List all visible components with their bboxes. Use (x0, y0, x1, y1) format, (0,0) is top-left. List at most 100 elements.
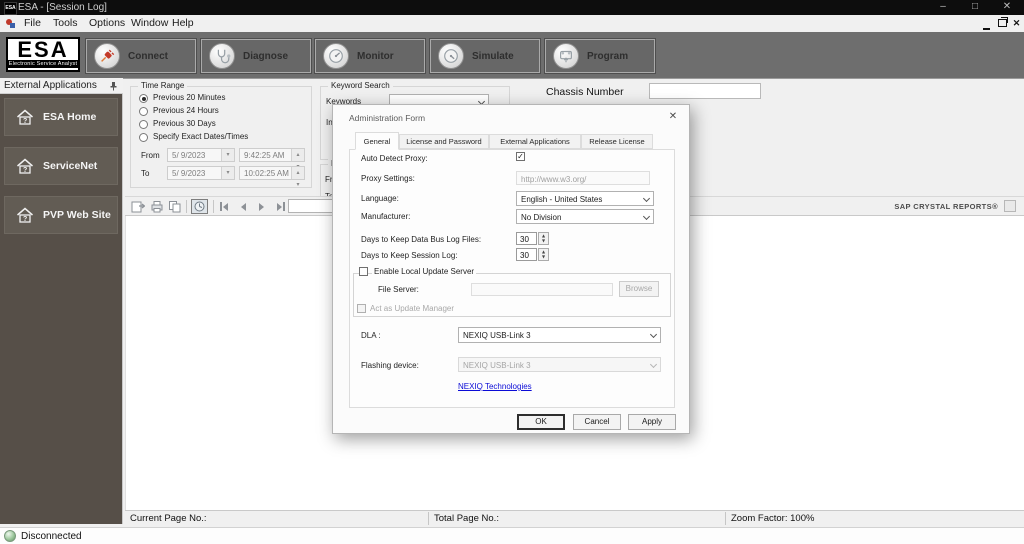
days-session-spinner[interactable]: 30 ▲▼ (516, 248, 550, 261)
previous-page-button[interactable] (241, 203, 246, 211)
time-spinner-arrows[interactable]: ▴▾ (291, 149, 304, 161)
language-combobox[interactable]: English - United States (516, 191, 654, 206)
dialog-close-icon[interactable]: ✕ (666, 111, 680, 122)
radio-label[interactable]: Specify Exact Dates/Times (153, 132, 248, 141)
export-icon[interactable] (131, 200, 145, 213)
program-button[interactable]: Program (545, 39, 655, 73)
menu-help[interactable]: Help (172, 17, 194, 29)
last-page-icon[interactable] (283, 202, 285, 211)
mdi-restore-button[interactable] (996, 16, 1009, 30)
pin-icon[interactable] (109, 81, 118, 91)
time-spinner-arrows[interactable]: ▴▾ (291, 167, 304, 179)
radio-previous-24-hours[interactable] (139, 107, 148, 116)
next-page-button[interactable] (259, 203, 264, 211)
group-tree-toggle-button[interactable] (191, 199, 208, 214)
window-close-button[interactable]: ✕ (994, 0, 1020, 15)
tab-release-license[interactable]: Release License (581, 134, 653, 149)
diagnose-label: Diagnose (243, 51, 288, 62)
report-status-bar: Current Page No.: Total Page No.: Zoom F… (125, 510, 1024, 525)
tab-external-applications[interactable]: External Applications (489, 134, 581, 149)
last-page-button[interactable] (277, 203, 282, 211)
auto-detect-proxy-checkbox[interactable]: ✓ (516, 152, 525, 161)
apply-button[interactable]: Apply (628, 414, 676, 430)
monitor-icon (323, 43, 349, 69)
dla-label: DLA : (361, 331, 381, 340)
menu-window[interactable]: Window (131, 17, 168, 29)
proxy-settings-value: http://www.w3.org/ (521, 175, 586, 184)
radio-previous-20-minutes[interactable] (139, 94, 148, 103)
application-status-bar: Disconnected (0, 527, 1024, 544)
copy-icon[interactable] (168, 200, 182, 213)
dialog-title: Administration Form (349, 113, 425, 123)
manufacturer-combobox[interactable]: No Division (516, 209, 654, 224)
total-page-label: Total Page No.: (434, 513, 499, 524)
simulate-label: Simulate (472, 51, 514, 62)
radio-label[interactable]: Previous 30 Days (153, 119, 216, 128)
menu-bar: File Tools Options Window Help ✕ (0, 15, 1024, 33)
monitor-button[interactable]: Monitor (315, 39, 425, 73)
days-databus-value[interactable]: 30 (516, 232, 537, 245)
print-icon[interactable] (150, 200, 164, 213)
esa-logo-subtext: Electronic Service Analyst (8, 60, 78, 68)
spinner-arrows-icon[interactable]: ▲▼ (538, 232, 549, 245)
window-minimize-button[interactable]: – (930, 0, 956, 15)
home-icon: ? (15, 108, 35, 126)
sidebar-item-pvp-web-site[interactable]: ? PVP Web Site (4, 196, 118, 234)
mdi-close-button[interactable]: ✕ (1010, 16, 1023, 30)
sidebar-item-esa-home[interactable]: ? ESA Home (4, 98, 118, 136)
home-icon: ? (15, 206, 35, 224)
sidebar-item-label: PVP Web Site (43, 209, 111, 221)
enable-local-update-label[interactable]: Enable Local Update Server (372, 267, 476, 276)
simulate-button[interactable]: Simulate (430, 39, 540, 73)
dla-combobox[interactable]: NEXIQ USB-Link 3 (458, 327, 661, 343)
session-log-icon (5, 18, 16, 29)
from-time-spinner[interactable]: 9:42:25 AM ▴▾ (239, 148, 305, 162)
cancel-button[interactable]: Cancel (573, 414, 621, 430)
simulate-icon (438, 43, 464, 69)
menu-file[interactable]: File (24, 17, 41, 29)
spinner-arrows-icon[interactable]: ▲▼ (538, 248, 549, 261)
first-page-button[interactable] (220, 202, 222, 211)
chassis-number-input[interactable] (649, 83, 761, 99)
ok-button[interactable]: OK (517, 414, 565, 430)
days-databus-spinner[interactable]: 30 ▲▼ (516, 232, 550, 245)
enable-local-update-checkbox[interactable] (359, 267, 368, 276)
chevron-down-icon (650, 361, 657, 368)
manufacturer-label: Manufacturer: (361, 212, 410, 221)
monitor-label: Monitor (357, 51, 394, 62)
diagnose-button[interactable]: Diagnose (201, 39, 311, 73)
nexiq-technologies-link[interactable]: NEXIQ Technologies (458, 382, 532, 391)
mdi-minimize-button[interactable] (980, 16, 993, 30)
to-time-spinner[interactable]: 10:02:25 AM ▴▾ (239, 166, 305, 180)
program-icon (553, 43, 579, 69)
first-page-icon[interactable] (223, 203, 228, 211)
keyword-search-title: Keyword Search (328, 81, 393, 90)
footer-divider (428, 512, 429, 525)
toolbar-separator (213, 200, 214, 213)
tab-general[interactable]: General (355, 132, 399, 150)
calendar-dropdown-icon[interactable]: ▾ (221, 167, 234, 179)
window-maximize-button[interactable]: □ (962, 0, 988, 15)
svg-text:?: ? (23, 216, 27, 223)
main-toolbar: ESA Electronic Service Analyst Connect (0, 32, 1024, 79)
calendar-dropdown-icon[interactable]: ▾ (221, 149, 234, 161)
sidebar-item-servicenet[interactable]: ? ServiceNet (4, 147, 118, 185)
days-session-value[interactable]: 30 (516, 248, 537, 261)
menu-options[interactable]: Options (89, 17, 125, 29)
radio-previous-30-days[interactable] (139, 120, 148, 129)
program-label: Program (587, 51, 628, 62)
radio-label[interactable]: Previous 24 Hours (153, 106, 219, 115)
days-session-label: Days to Keep Session Log: (361, 251, 458, 260)
time-range-group: Time Range Previous 20 Minutes Previous … (130, 86, 312, 188)
tab-license-and-password[interactable]: License and Password (399, 134, 489, 149)
radio-label[interactable]: Previous 20 Minutes (153, 93, 225, 102)
from-date-picker[interactable]: 5/ 9/2023 ▾ (167, 148, 235, 162)
to-date-picker[interactable]: 5/ 9/2023 ▾ (167, 166, 235, 180)
home-icon: ? (15, 157, 35, 175)
connect-button[interactable]: Connect (86, 39, 196, 73)
current-page-label: Current Page No.: (130, 513, 207, 524)
file-server-input (471, 283, 613, 296)
menu-tools[interactable]: Tools (53, 17, 78, 29)
radio-specify-exact-dates[interactable] (139, 133, 148, 142)
flashing-device-value: NEXIQ USB-Link 3 (463, 361, 531, 370)
